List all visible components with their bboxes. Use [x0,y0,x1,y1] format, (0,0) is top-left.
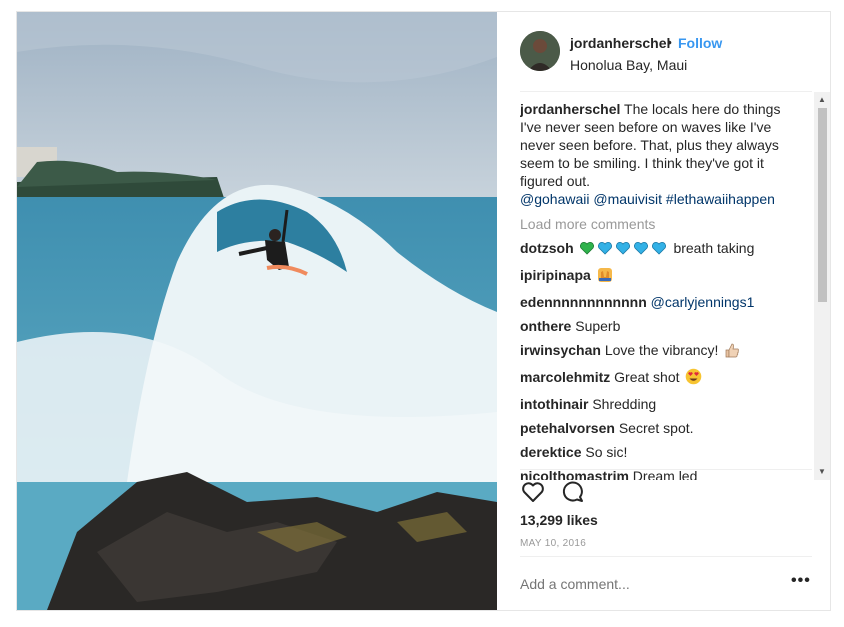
comment-text: Great shot [614,369,680,385]
comment-text: Shredding [592,396,657,412]
comment-username[interactable]: dotzsoh [520,240,574,256]
comment-item: derektice So sic! [520,443,812,461]
more-options-icon[interactable]: ••• [791,572,811,590]
comment-item: edennnnnnnnnnnn @carlyjennings1 [520,293,812,311]
heart-eyes-emoji-icon [685,368,702,389]
thumbs-up-emoji-icon [724,342,740,362]
scrollbar-thumb[interactable] [818,108,827,302]
comment-username[interactable]: irwinsychan [520,342,601,358]
header-username[interactable]: jordanherschel [570,35,670,51]
caption-tags[interactable]: @gohawaii @mauivisit #lethawaiihappen [520,190,782,208]
comment-text: So sic! [585,444,628,460]
comment-icon[interactable] [560,479,586,505]
post-card: jordanherschel • Follow Honolua Bay, Mau… [16,11,831,611]
follow-button[interactable]: Follow [678,35,722,51]
post-date[interactable]: MAY 10, 2016 [520,538,586,549]
comment-username[interactable]: petehalvorsen [520,420,615,436]
comment-username[interactable]: intothinair [520,396,588,412]
comment-item: marcolehmitz Great shot [520,368,812,389]
avatar-image [520,31,560,71]
comments-list[interactable]: jordanherschel The locals here do things… [520,100,812,480]
like-count[interactable]: 13,299 likes [520,512,598,528]
comment-username[interactable]: ipiripinapa [520,267,591,283]
comments-scrollbar[interactable]: ▲ ▼ [814,92,830,480]
comment-username[interactable]: edennnnnnnnnnnn [520,294,647,310]
comment-item: irwinsychan Love the vibrancy! [520,341,812,362]
avatar[interactable] [520,31,560,71]
post-header: jordanherschel • Follow Honolua Bay, Mau… [497,12,830,92]
separator-dot: • [667,34,672,50]
comment-text: Love the vibrancy! [604,342,719,358]
comment-text: Secret spot. [618,420,694,436]
comment-username[interactable]: marcolehmitz [520,369,610,385]
load-more-comments[interactable]: Load more comments [520,215,812,233]
comment-item: petehalvorsen Secret spot. [520,419,812,437]
comment-text: breath taking [673,240,755,256]
location-link[interactable]: Honolua Bay, Maui [570,57,687,73]
comment-username[interactable]: derektice [520,444,581,460]
comment-username[interactable]: onthere [520,318,571,334]
heart-icon[interactable] [520,479,546,505]
comment-item: ipiripinapa [520,266,812,287]
caption-username[interactable]: jordanherschel [520,101,620,117]
surfer-photo [17,12,497,610]
divider [520,556,812,557]
comment-text: Superb [575,318,621,334]
post-sidebar: jordanherschel • Follow Honolua Bay, Mau… [497,12,830,610]
scroll-down-arrow-icon[interactable]: ▼ [814,464,830,480]
comment-item: onthere Superb [520,317,812,335]
add-comment-input[interactable] [520,574,770,594]
raised-hands-emoji-icon [597,267,613,287]
hearts-emoji-icon [579,241,670,260]
comment-mention[interactable]: @carlyjennings1 [651,294,755,310]
post-photo[interactable] [17,12,497,610]
scroll-up-arrow-icon[interactable]: ▲ [814,92,830,108]
comment-item: dotzsoh breath taking [520,239,812,260]
caption: jordanherschel The locals here do things… [520,100,782,208]
divider [520,469,812,470]
comment-item: intothinair Shredding [520,395,812,413]
divider [520,91,812,92]
